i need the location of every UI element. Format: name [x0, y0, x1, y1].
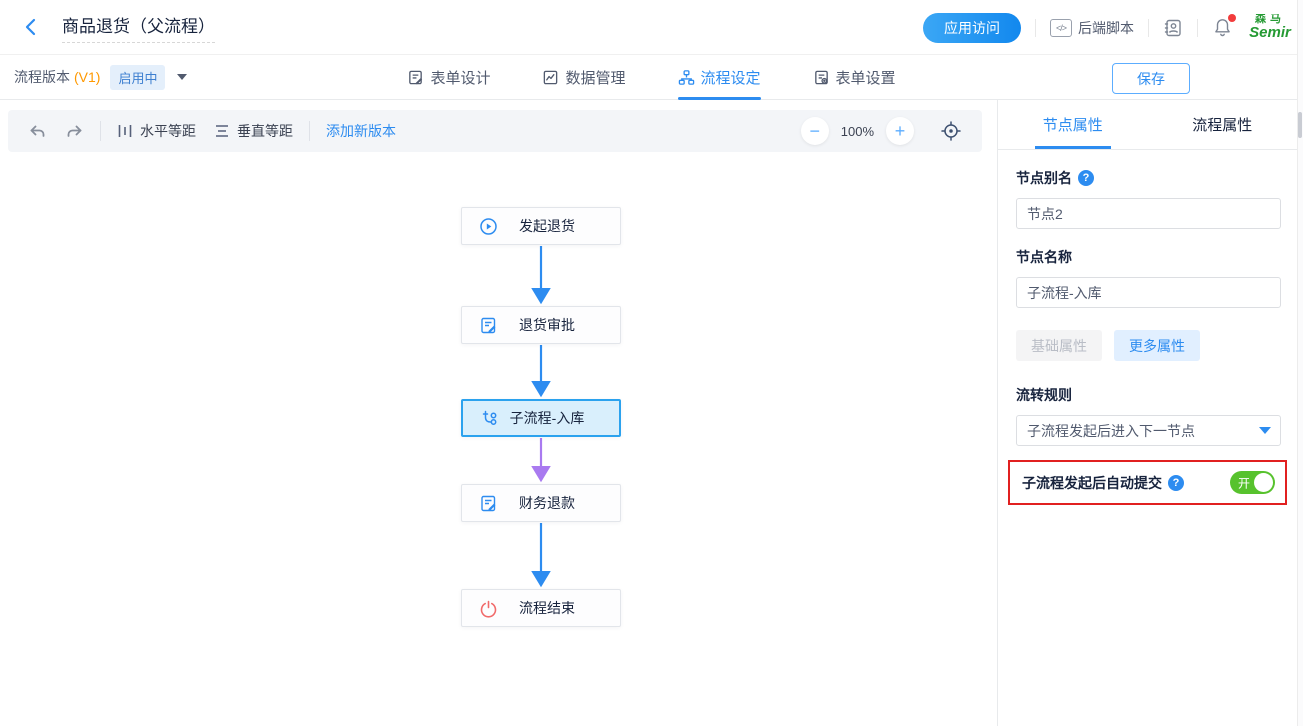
- divider: [1148, 19, 1149, 37]
- save-button[interactable]: 保存: [1112, 63, 1190, 94]
- redo-icon[interactable]: [65, 122, 84, 141]
- divider: [309, 121, 310, 141]
- page-title: 商品退货（父流程）: [62, 17, 215, 36]
- chevron-down-icon: [1259, 427, 1271, 434]
- auto-submit-toggle[interactable]: 开: [1230, 471, 1275, 494]
- version-area: 流程版本 (V1) 启用中: [14, 65, 187, 90]
- tab-flow-settings[interactable]: 流程设定: [678, 55, 761, 100]
- locate-center-icon[interactable]: [940, 120, 962, 142]
- divider: [100, 121, 101, 141]
- divider: [1197, 19, 1198, 37]
- node-label: 流程结束: [498, 598, 596, 618]
- tab-form-design[interactable]: 表单设计: [407, 55, 490, 100]
- node-alias-label: 节点别名: [1016, 168, 1072, 188]
- brand-logo-en: Semir: [1247, 25, 1293, 41]
- back-icon[interactable]: [22, 18, 40, 36]
- toggle-knob: [1254, 473, 1273, 492]
- backend-script-button[interactable]: </> 后端脚本: [1050, 18, 1134, 38]
- header: 商品退货（父流程） 应用访问 </> 后端脚本: [0, 0, 1303, 55]
- version-number: (V1): [74, 69, 100, 85]
- tab-label: 表单设计: [430, 67, 490, 88]
- scrollbar-thumb[interactable]: [1298, 112, 1302, 138]
- tab-form-settings[interactable]: 表单设置: [813, 55, 896, 100]
- zoom-out-button[interactable]: −: [801, 117, 829, 145]
- flow-node-refund[interactable]: 财务退款: [461, 484, 621, 522]
- node-alias-help-icon[interactable]: ?: [1078, 170, 1094, 186]
- form-design-icon: [407, 69, 424, 86]
- notification-badge: [1228, 14, 1236, 22]
- property-mode-buttons: 基础属性 更多属性: [1016, 330, 1281, 361]
- code-icon: </>: [1050, 19, 1072, 37]
- node-name-input[interactable]: [1016, 277, 1281, 308]
- approval-form-icon: [479, 316, 498, 335]
- subheader: 流程版本 (V1) 启用中 表单设计 数据管理: [0, 55, 1303, 100]
- panel-tabs: 节点属性 流程属性: [998, 100, 1297, 150]
- add-version-link[interactable]: 添加新版本: [326, 121, 396, 141]
- tab-label: 表单设置: [836, 67, 896, 88]
- flow-rule-select[interactable]: 子流程发起后进入下一节点: [1016, 415, 1281, 446]
- auto-submit-help-icon[interactable]: ?: [1168, 475, 1184, 491]
- end-power-icon: [479, 599, 498, 618]
- auto-submit-label: 子流程发起后自动提交: [1022, 473, 1162, 493]
- node-label: 退货审批: [498, 315, 596, 335]
- form-settings-icon: [813, 69, 830, 86]
- basic-properties-button[interactable]: 基础属性: [1016, 330, 1102, 361]
- flow-canvas[interactable]: 水平等距 垂直等距 添加新版本 − 100% +: [0, 100, 997, 726]
- more-properties-button[interactable]: 更多属性: [1114, 330, 1200, 361]
- node-alias-label-row: 节点别名 ?: [1016, 168, 1281, 188]
- page-title-wrap[interactable]: 商品退货（父流程）: [62, 12, 215, 43]
- tab-flow-properties[interactable]: 流程属性: [1148, 100, 1298, 149]
- zoom-in-button[interactable]: +: [886, 117, 914, 145]
- subprocess-icon: [480, 409, 499, 428]
- zoom-level: 100%: [841, 124, 874, 139]
- flow-rule-label-row: 流转规则: [1016, 385, 1281, 405]
- page: 商品退货（父流程） 应用访问 </> 后端脚本: [0, 0, 1303, 726]
- undo-icon[interactable]: [28, 122, 47, 141]
- flow-rule-selected-value: 子流程发起后进入下一节点: [1017, 421, 1250, 441]
- app-access-button[interactable]: 应用访问: [923, 13, 1021, 43]
- auto-submit-label-row: 子流程发起后自动提交 ?: [1022, 473, 1184, 493]
- tab-label: 数据管理: [565, 67, 625, 88]
- refund-form-icon: [479, 494, 498, 513]
- status-badge: 启用中: [110, 65, 165, 90]
- flow-node-end[interactable]: 流程结束: [461, 589, 621, 627]
- properties-panel: 节点属性 流程属性 节点别名 ? 节点名称 基础属性 更多属性 流转规则 子流程…: [997, 100, 1297, 726]
- toggle-on-text: 开: [1238, 474, 1250, 491]
- flow-rule-caret: [1250, 416, 1280, 445]
- vertical-spacing-label: 垂直等距: [237, 121, 293, 141]
- notifications-button[interactable]: [1212, 17, 1233, 38]
- divider: [1035, 19, 1036, 37]
- main-tabs: 表单设计 数据管理 流程设定 表单设置: [0, 55, 1303, 100]
- data-management-icon: [542, 69, 559, 86]
- scrollbar-track[interactable]: [1297, 0, 1303, 726]
- tab-label: 流程设定: [701, 67, 761, 88]
- horizontal-spacing-button[interactable]: 水平等距: [117, 121, 196, 141]
- version-dropdown-caret-icon[interactable]: [177, 74, 187, 80]
- auto-submit-row-annotation: 子流程发起后自动提交 ? 开: [1008, 460, 1287, 505]
- flow-node-subprocess[interactable]: 子流程-入库: [461, 399, 621, 437]
- node-name-label: 节点名称: [1016, 247, 1072, 267]
- canvas-toolbar: 水平等距 垂直等距 添加新版本 − 100% +: [8, 110, 982, 152]
- contacts-icon[interactable]: [1163, 18, 1183, 38]
- backend-script-label: 后端脚本: [1078, 18, 1134, 38]
- node-label: 财务退款: [498, 493, 596, 513]
- horizontal-spacing-label: 水平等距: [140, 121, 196, 141]
- flow-settings-icon: [678, 69, 695, 86]
- node-alias-input[interactable]: [1016, 198, 1281, 229]
- header-actions: 应用访问 </> 后端脚本: [923, 0, 1293, 55]
- node-label: 发起退货: [498, 216, 596, 236]
- brand-logo: 森马 Semir: [1247, 14, 1293, 41]
- node-name-label-row: 节点名称: [1016, 247, 1281, 267]
- flow-rule-label: 流转规则: [1016, 385, 1072, 405]
- flow-node-start[interactable]: 发起退货: [461, 207, 621, 245]
- tab-data-management[interactable]: 数据管理: [542, 55, 625, 100]
- node-label: 子流程-入库: [499, 408, 595, 428]
- vertical-spacing-button[interactable]: 垂直等距: [214, 121, 293, 141]
- vertical-spacing-icon: [214, 123, 230, 139]
- version-label: 流程版本: [14, 67, 70, 87]
- flow-node-approval[interactable]: 退货审批: [461, 306, 621, 344]
- horizontal-spacing-icon: [117, 123, 133, 139]
- tab-node-properties[interactable]: 节点属性: [998, 100, 1148, 149]
- start-icon: [479, 217, 498, 236]
